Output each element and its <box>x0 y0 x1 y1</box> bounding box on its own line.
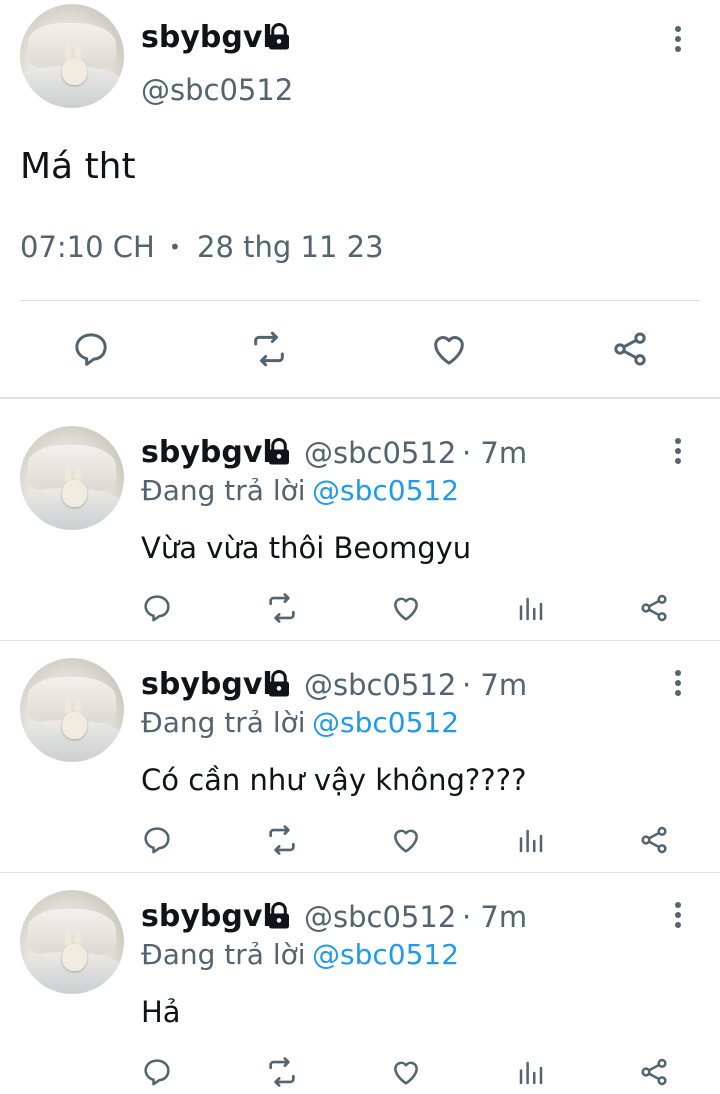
share-icon[interactable] <box>638 824 670 856</box>
divider <box>0 640 720 641</box>
share-icon[interactable] <box>638 1056 670 1088</box>
share-icon[interactable] <box>610 329 650 369</box>
avatar[interactable] <box>20 426 124 530</box>
more-icon[interactable] <box>675 438 681 464</box>
replying-to-prefix: Đang trả lời <box>141 474 306 507</box>
tweet-age[interactable]: · 7m <box>462 433 527 473</box>
replying-to-handle[interactable]: @sbc0512 <box>312 936 459 974</box>
views-icon[interactable] <box>516 1058 546 1088</box>
reply-text: Có cần như vậy không???? <box>141 763 527 797</box>
share-icon[interactable] <box>638 592 670 624</box>
retweet-icon[interactable] <box>265 823 299 857</box>
meta-separator: • <box>169 235 181 259</box>
like-icon[interactable] <box>390 592 422 624</box>
tweet-age[interactable]: · 7m <box>462 897 527 937</box>
more-icon[interactable] <box>675 670 681 696</box>
display-name[interactable]: sbybgvl <box>141 897 273 937</box>
handle[interactable]: @sbc0512 <box>304 897 456 937</box>
reply-icon[interactable] <box>141 592 173 624</box>
avatar[interactable] <box>20 658 124 762</box>
like-icon[interactable] <box>390 824 422 856</box>
more-icon[interactable] <box>675 26 681 52</box>
replying-to-handle[interactable]: @sbc0512 <box>312 472 459 510</box>
like-icon[interactable] <box>429 329 469 369</box>
display-name[interactable]: sbybgvl <box>141 433 273 473</box>
replying-to-handle[interactable]: @sbc0512 <box>312 704 459 742</box>
views-icon[interactable] <box>516 594 546 624</box>
handle[interactable]: @sbc0512 <box>141 70 293 110</box>
display-name[interactable]: sbybgvl <box>141 665 273 705</box>
tweet-text: Má tht <box>20 146 136 187</box>
views-icon[interactable] <box>516 826 546 856</box>
handle[interactable]: @sbc0512 <box>304 665 456 705</box>
replying-to-prefix: Đang trả lời <box>141 938 306 971</box>
tweet-time[interactable]: 07:10 CH <box>20 227 155 267</box>
tweet-age[interactable]: · 7m <box>462 665 527 705</box>
lock-icon <box>264 669 294 699</box>
divider <box>20 300 700 301</box>
lock-icon <box>264 901 294 931</box>
lock-icon <box>264 437 294 467</box>
reply-text: Hả <box>141 995 181 1029</box>
display-name[interactable]: sbybgvl <box>141 18 273 58</box>
divider <box>0 397 720 399</box>
tweet-date[interactable]: 28 thg 11 23 <box>197 227 384 267</box>
retweet-icon[interactable] <box>265 591 299 625</box>
replying-to-prefix: Đang trả lời <box>141 706 306 739</box>
lock-icon <box>264 22 294 52</box>
handle[interactable]: @sbc0512 <box>304 433 456 473</box>
retweet-icon[interactable] <box>265 1055 299 1089</box>
reply-icon[interactable] <box>141 1056 173 1088</box>
like-icon[interactable] <box>390 1056 422 1088</box>
reply-icon[interactable] <box>141 824 173 856</box>
more-icon[interactable] <box>675 902 681 928</box>
divider <box>0 872 720 873</box>
retweet-icon[interactable] <box>249 329 289 369</box>
avatar[interactable] <box>20 4 124 108</box>
reply-text: Vừa vừa thôi Beomgyu <box>141 531 472 565</box>
avatar[interactable] <box>20 890 124 994</box>
reply-icon[interactable] <box>71 329 111 369</box>
